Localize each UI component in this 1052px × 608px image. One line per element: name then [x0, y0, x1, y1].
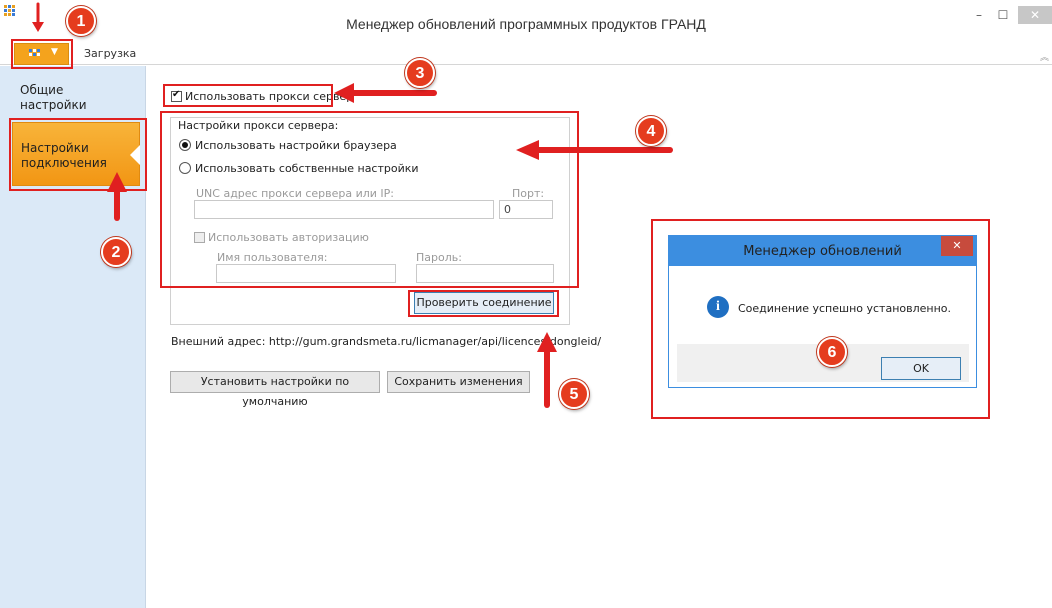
annotation-badge-3: 3 — [405, 58, 435, 88]
annotation-arrows — [32, 2, 673, 408]
annotation-badge-1: 1 — [66, 6, 96, 36]
annotation-badge-4: 4 — [636, 116, 666, 146]
annotation-badge-6: 6 — [817, 337, 847, 367]
annotation-badge-5: 5 — [559, 379, 589, 409]
annotation-badge-2: 2 — [101, 237, 131, 267]
